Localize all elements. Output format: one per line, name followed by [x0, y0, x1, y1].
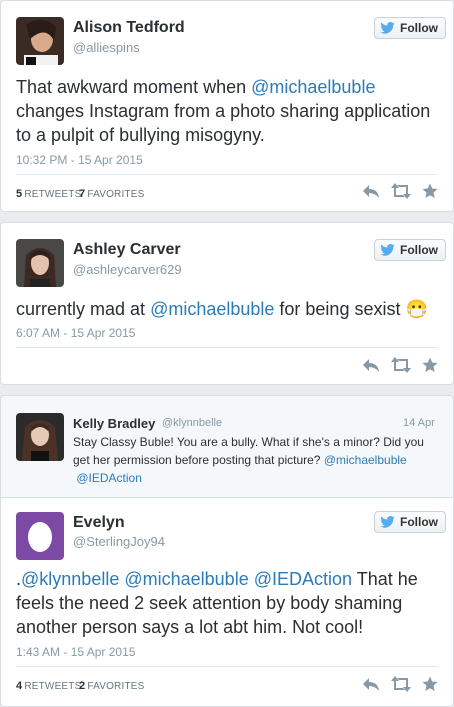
- favorite-count[interactable]: 2 FAVORITES: [79, 680, 145, 692]
- retweet-count-value: 4: [16, 680, 23, 692]
- tweet-actions: [362, 183, 438, 199]
- twitter-bird-icon: [380, 244, 395, 256]
- tweet-card-evelyn: Evelyn @SterlingJoy94 Follow .@klynnbell…: [0, 497, 454, 707]
- tweet-text: .@klynnbelle @michaelbuble @IEDAction Th…: [16, 567, 441, 639]
- follow-label: Follow: [400, 515, 438, 529]
- follow-label: Follow: [400, 21, 438, 35]
- mention-link[interactable]: @IEDAction: [254, 569, 352, 589]
- reply-icon[interactable]: [362, 183, 380, 199]
- reply-icon[interactable]: [362, 676, 380, 692]
- tweet-card-kelly: Kelly Bradley @klynnbelle 14 Apr Stay Cl…: [0, 395, 454, 498]
- author-name[interactable]: Ashley Carver: [73, 241, 181, 259]
- retweet-count-value: 5: [16, 188, 23, 200]
- author-name[interactable]: Alison Tedford: [73, 19, 185, 37]
- tweet-text: Stay Classy Buble! You are a bully. What…: [73, 433, 433, 487]
- favorite-icon[interactable]: [422, 183, 438, 199]
- mention-link[interactable]: @michaelbuble: [124, 569, 248, 589]
- tweet-timestamp[interactable]: 6:07 AM - 15 Apr 2015: [16, 326, 135, 340]
- favorite-count-label: FAVORITES: [87, 189, 145, 200]
- egg-avatar-icon[interactable]: [16, 512, 64, 560]
- favorite-count-value: 7: [79, 188, 86, 200]
- tweet-timestamp[interactable]: 1:43 AM - 15 Apr 2015: [16, 645, 135, 659]
- divider: [16, 174, 438, 175]
- follow-button[interactable]: Follow: [374, 239, 446, 261]
- tweet-text-pre: That awkward moment when: [16, 77, 252, 97]
- tweet-timestamp[interactable]: 10:32 PM - 15 Apr 2015: [16, 153, 143, 167]
- retweet-count[interactable]: 5 RETWEETS: [16, 188, 82, 200]
- tweet-card-ashley: Ashley Carver @ashleycarver629 Follow cu…: [0, 222, 454, 385]
- tweet-text-post: changes Instagram from a photo sharing a…: [16, 101, 431, 145]
- avatar[interactable]: [16, 17, 64, 65]
- avatar[interactable]: [16, 239, 64, 287]
- favorite-count[interactable]: 7 FAVORITES: [79, 188, 145, 200]
- retweet-icon[interactable]: [390, 183, 412, 199]
- mention-link[interactable]: @michaelbuble: [251, 77, 375, 97]
- tweet-text-post: for being sexist: [274, 299, 406, 319]
- tweet-text-pre: currently mad at: [16, 299, 151, 319]
- favorite-icon[interactable]: [422, 357, 438, 373]
- mention-link[interactable]: @IEDAction: [76, 471, 142, 485]
- mention-link[interactable]: @michaelbuble: [324, 453, 407, 467]
- retweet-count-label: RETWEETS: [24, 189, 82, 200]
- mask-emoji: 😷: [405, 299, 428, 319]
- mention-link[interactable]: @klynnbelle: [21, 569, 119, 589]
- author-handle[interactable]: @klynnbelle: [162, 417, 222, 429]
- favorite-count-value: 2: [79, 680, 86, 692]
- favorite-count-label: FAVORITES: [87, 681, 145, 692]
- tweet-text: That awkward moment when @michaelbuble c…: [16, 75, 446, 147]
- favorite-icon[interactable]: [422, 676, 438, 692]
- retweet-icon[interactable]: [390, 676, 412, 692]
- retweet-icon[interactable]: [390, 357, 412, 373]
- author-handle[interactable]: @ashleycarver629: [73, 262, 182, 277]
- tweet-actions: [362, 357, 438, 373]
- tweet-text: currently mad at @michaelbuble for being…: [16, 297, 446, 321]
- twitter-bird-icon: [380, 22, 395, 34]
- retweet-count[interactable]: 4 RETWEETS: [16, 680, 82, 692]
- author-name[interactable]: Evelyn: [73, 514, 125, 532]
- follow-button[interactable]: Follow: [374, 511, 446, 533]
- follow-label: Follow: [400, 243, 438, 257]
- tweet-card-alison: Alison Tedford @alliespins Follow That a…: [0, 0, 454, 212]
- tweet-actions: [362, 676, 438, 692]
- tweet-date[interactable]: 14 Apr: [403, 417, 435, 429]
- retweet-count-label: RETWEETS: [24, 681, 82, 692]
- twitter-bird-icon: [380, 516, 395, 528]
- reply-icon[interactable]: [362, 357, 380, 373]
- avatar[interactable]: [16, 413, 64, 461]
- follow-button[interactable]: Follow: [374, 17, 446, 39]
- author-handle[interactable]: @alliespins: [73, 40, 140, 55]
- mention-link[interactable]: @michaelbuble: [150, 299, 274, 319]
- divider: [16, 666, 438, 667]
- author-handle[interactable]: @SterlingJoy94: [73, 534, 165, 549]
- divider: [16, 347, 438, 348]
- author-name[interactable]: Kelly Bradley: [73, 416, 155, 431]
